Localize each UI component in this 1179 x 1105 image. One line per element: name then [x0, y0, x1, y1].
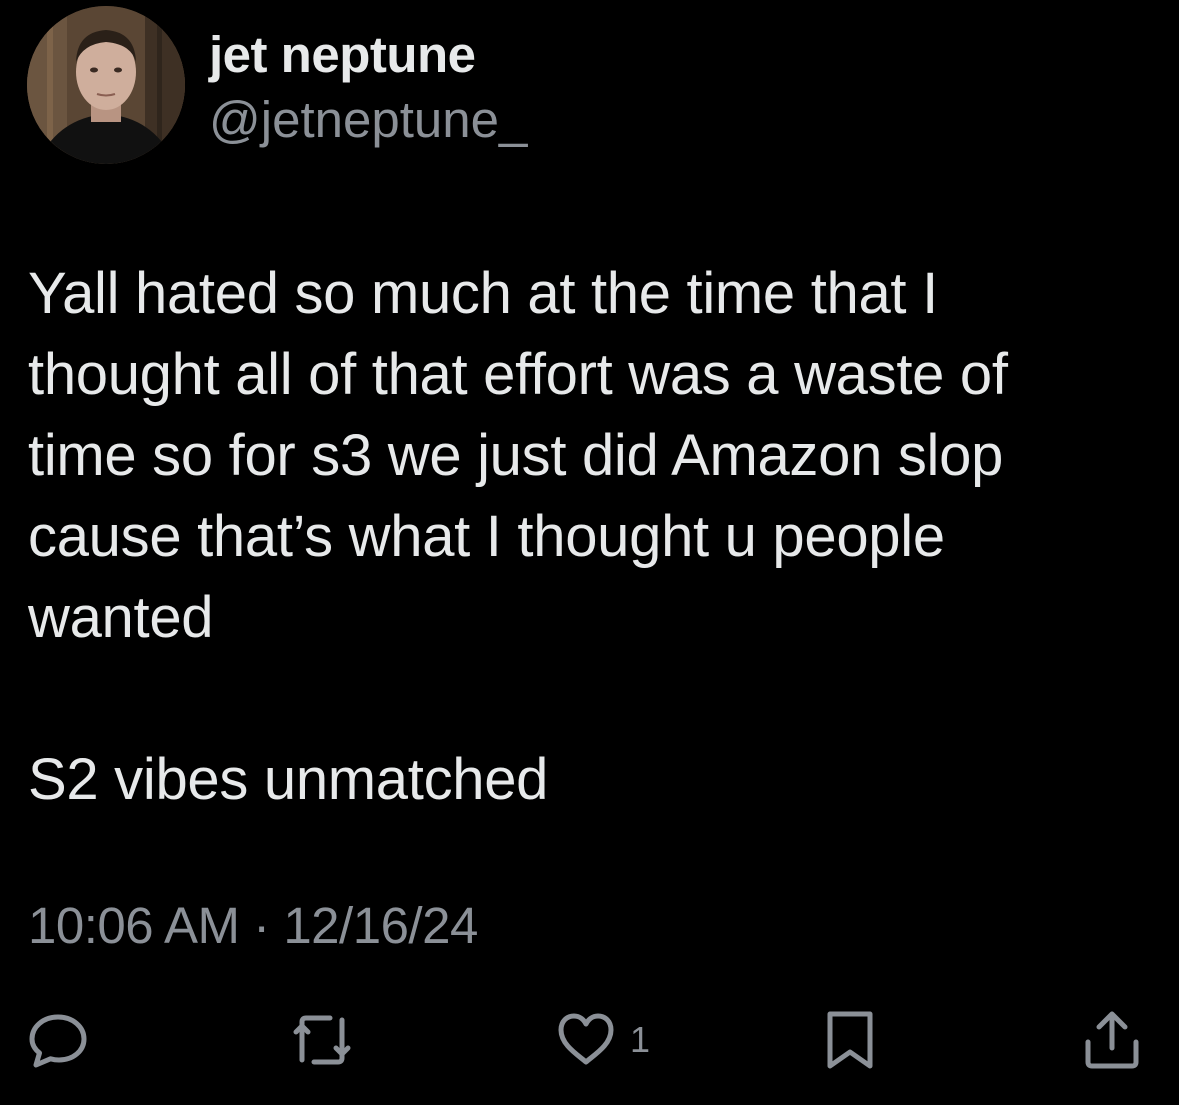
avatar-photo — [27, 6, 185, 164]
tweet-paragraph: Yall hated so much at the time that I th… — [28, 261, 1008, 650]
share-button[interactable] — [1082, 1008, 1142, 1072]
tweet-timestamp[interactable]: 10:06 AM · 12/16/24 — [28, 896, 478, 956]
bookmark-icon — [827, 1011, 873, 1069]
timestamp-separator: · — [253, 897, 270, 954]
retweet-button[interactable] — [288, 1008, 356, 1072]
author-display-name[interactable]: jet neptune — [209, 27, 476, 83]
tweet-action-bar: 1 — [0, 1008, 1179, 1072]
retweet-icon — [293, 1015, 351, 1065]
avatar[interactable] — [27, 6, 185, 164]
share-icon — [1085, 1011, 1139, 1069]
tweet-paragraph: S2 vibes unmatched — [28, 747, 549, 812]
reply-button[interactable] — [26, 1008, 90, 1072]
bookmark-button[interactable] — [822, 1008, 878, 1072]
tweet-time[interactable]: 10:06 AM — [28, 897, 240, 954]
reply-bubble-icon — [29, 1014, 87, 1068]
author-handle[interactable]: @jetneptune_ — [209, 92, 527, 148]
tweet-text: Yall hated so much at the time that I th… — [28, 253, 1153, 820]
tweet-date[interactable]: 12/16/24 — [283, 897, 478, 954]
like-count: 1 — [630, 1019, 651, 1060]
heart-icon — [558, 1013, 614, 1065]
like-button[interactable]: 1 — [556, 1008, 650, 1072]
